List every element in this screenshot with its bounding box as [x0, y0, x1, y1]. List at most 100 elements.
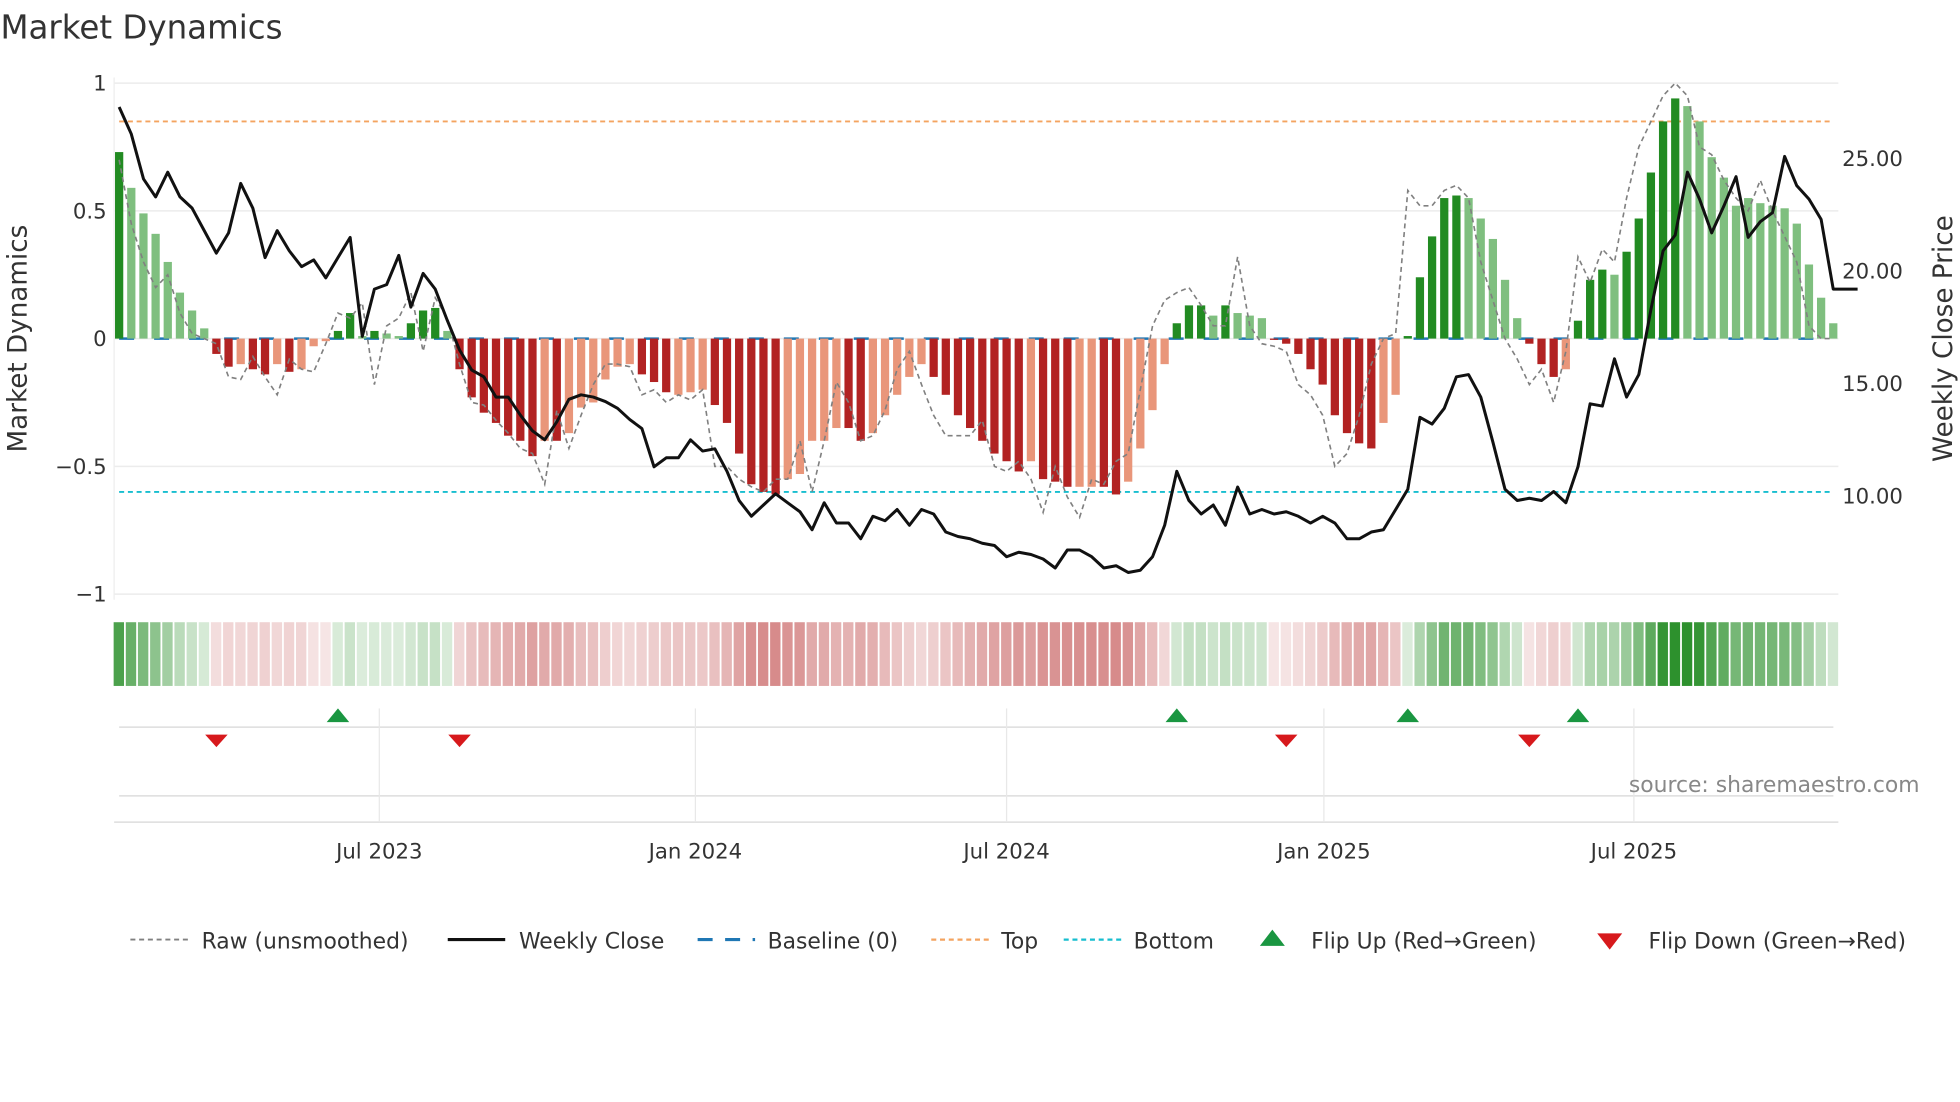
dynamics-bar [1537, 338, 1546, 365]
heat-cell [1694, 622, 1705, 686]
heat-cell [247, 622, 258, 686]
heat-cell [988, 622, 1000, 686]
dynamics-bar [1658, 121, 1668, 339]
heat-cell [1292, 622, 1304, 686]
heat-cell [843, 622, 854, 686]
dynamics-bar [127, 187, 136, 339]
heat-cell [1475, 622, 1486, 686]
heat-cell [867, 622, 878, 686]
dynamics-bar [1634, 218, 1643, 339]
legend-raw: Raw (unsmoothed) [202, 929, 409, 954]
heat-cell [174, 622, 185, 686]
heat-cell [757, 622, 769, 686]
dynamics-bar [1731, 205, 1741, 339]
dynamics-bar [1355, 338, 1364, 444]
heat-cell [952, 622, 963, 686]
heat-cell [1232, 622, 1243, 686]
dynamics-bar [625, 338, 634, 365]
dynamics-bar [1184, 305, 1194, 339]
heat-cell [125, 622, 137, 686]
heat-cell [624, 622, 635, 686]
heat-cell [1669, 622, 1681, 686]
heat-cell [770, 622, 781, 686]
heat-cell [721, 622, 732, 686]
y-tick-label: −0.5 [55, 455, 107, 480]
dynamics-bar [1318, 338, 1327, 385]
dynamics-bar [528, 338, 537, 457]
legend-flip-down-icon [1597, 933, 1623, 950]
heat-cell [478, 622, 489, 686]
series-lines [117, 81, 1858, 574]
heat-cell [1766, 622, 1778, 686]
heat-cell [697, 622, 708, 686]
heat-cell [186, 622, 197, 686]
heat-cell [466, 622, 477, 686]
dynamics-bar [1610, 274, 1619, 339]
dynamics-bar [516, 338, 525, 441]
dynamics-bar [1075, 338, 1084, 487]
dynamics-bar [139, 213, 148, 339]
dynamics-bar [722, 338, 732, 423]
heat-cell [1074, 622, 1085, 686]
y-tick-label: 0.5 [73, 199, 107, 224]
dynamics-bar [273, 338, 282, 365]
heat-cell [1511, 622, 1523, 686]
dynamics-bar [1342, 338, 1352, 434]
heat-cell [1329, 622, 1340, 686]
dynamics-bar [1002, 338, 1011, 462]
dynamics-bar [1111, 338, 1121, 495]
heat-cell [806, 622, 817, 686]
heat-cell [551, 622, 562, 686]
heat-cell [855, 622, 866, 686]
dynamics-bar [1598, 269, 1607, 339]
heat-cell [1718, 622, 1729, 686]
heat-cell [417, 622, 428, 686]
heat-cell [1159, 622, 1170, 686]
heat-cell [150, 622, 161, 686]
heat-cell [1754, 622, 1766, 686]
heat-cell [1523, 622, 1535, 686]
dynamics-bar [236, 338, 245, 365]
dynamics-bar [783, 338, 792, 480]
heat-cell [1110, 622, 1121, 686]
dynamics-bar [1780, 208, 1789, 339]
heat-cell [1827, 622, 1839, 686]
dynamics-bar [382, 333, 391, 339]
heat-cell [1706, 622, 1717, 686]
legend-flip-down: Flip Down (Green→Red) [1648, 929, 1906, 954]
dynamics-bar [613, 338, 622, 367]
heat-cell [1341, 622, 1352, 686]
heat-cell [1536, 622, 1547, 686]
dynamics-bar [710, 338, 719, 406]
heat-cell [1596, 622, 1608, 686]
flip-up-marker [1165, 708, 1189, 723]
dynamics-bar [1233, 313, 1242, 339]
dynamics-bar [1209, 315, 1218, 339]
y2-tick-label: 15.00 [1842, 372, 1903, 397]
dynamics-bar [771, 338, 780, 495]
heat-strip [113, 622, 1839, 686]
dynamics-bar [297, 338, 306, 370]
heat-cell [1086, 622, 1097, 686]
dynamics-bar [759, 338, 768, 492]
heat-cell [1426, 622, 1437, 686]
dynamics-bar [1051, 338, 1060, 482]
heat-cell [137, 622, 149, 686]
heat-cell [235, 622, 246, 686]
dynamics-bar [807, 338, 817, 441]
heat-cell [1657, 622, 1668, 686]
dynamics-bar [1282, 338, 1291, 344]
legend-flip-up: Flip Up (Red→Green) [1311, 929, 1536, 954]
dynamics-bar [662, 338, 671, 393]
heat-cell [672, 622, 684, 686]
dynamics-bar [978, 338, 987, 441]
dynamics-bar [321, 338, 330, 342]
heat-cell [1001, 622, 1012, 686]
heat-cell [1098, 622, 1109, 686]
heat-cell [976, 622, 988, 686]
heat-cell [1414, 622, 1425, 686]
heat-cell [368, 622, 380, 686]
heat-cell [794, 622, 805, 686]
heat-cell [1450, 622, 1462, 686]
dynamics-bar [1464, 198, 1473, 339]
